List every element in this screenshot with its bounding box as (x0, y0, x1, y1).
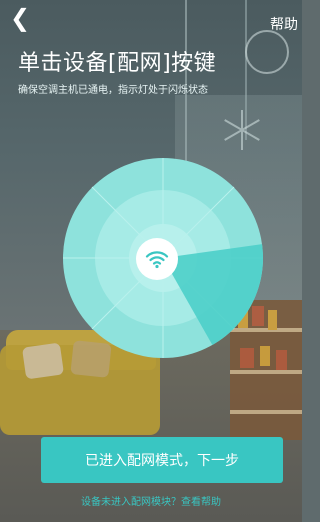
wifi-center-badge (136, 238, 178, 280)
top-bar: ❮ 帮助 (0, 0, 302, 44)
pillow-left (21, 342, 65, 380)
chevron-left-icon: ❮ (10, 4, 31, 32)
help-link-bottom[interactable]: 设备未进入配网模块？查看帮助 (0, 493, 302, 508)
wifi-icon (145, 251, 169, 269)
page-title: 单击设备[配网]按键 (18, 51, 217, 76)
next-step-button[interactable]: 已进入配网模式，下一步 (41, 437, 283, 483)
decorative-star-icon (222, 110, 262, 150)
help-link-top[interactable]: 帮助 (270, 14, 298, 34)
back-button[interactable]: ❮ (10, 6, 30, 30)
page-subtitle: 确保空调主机已通电，指示灯处于闪烁状态 (18, 85, 208, 96)
